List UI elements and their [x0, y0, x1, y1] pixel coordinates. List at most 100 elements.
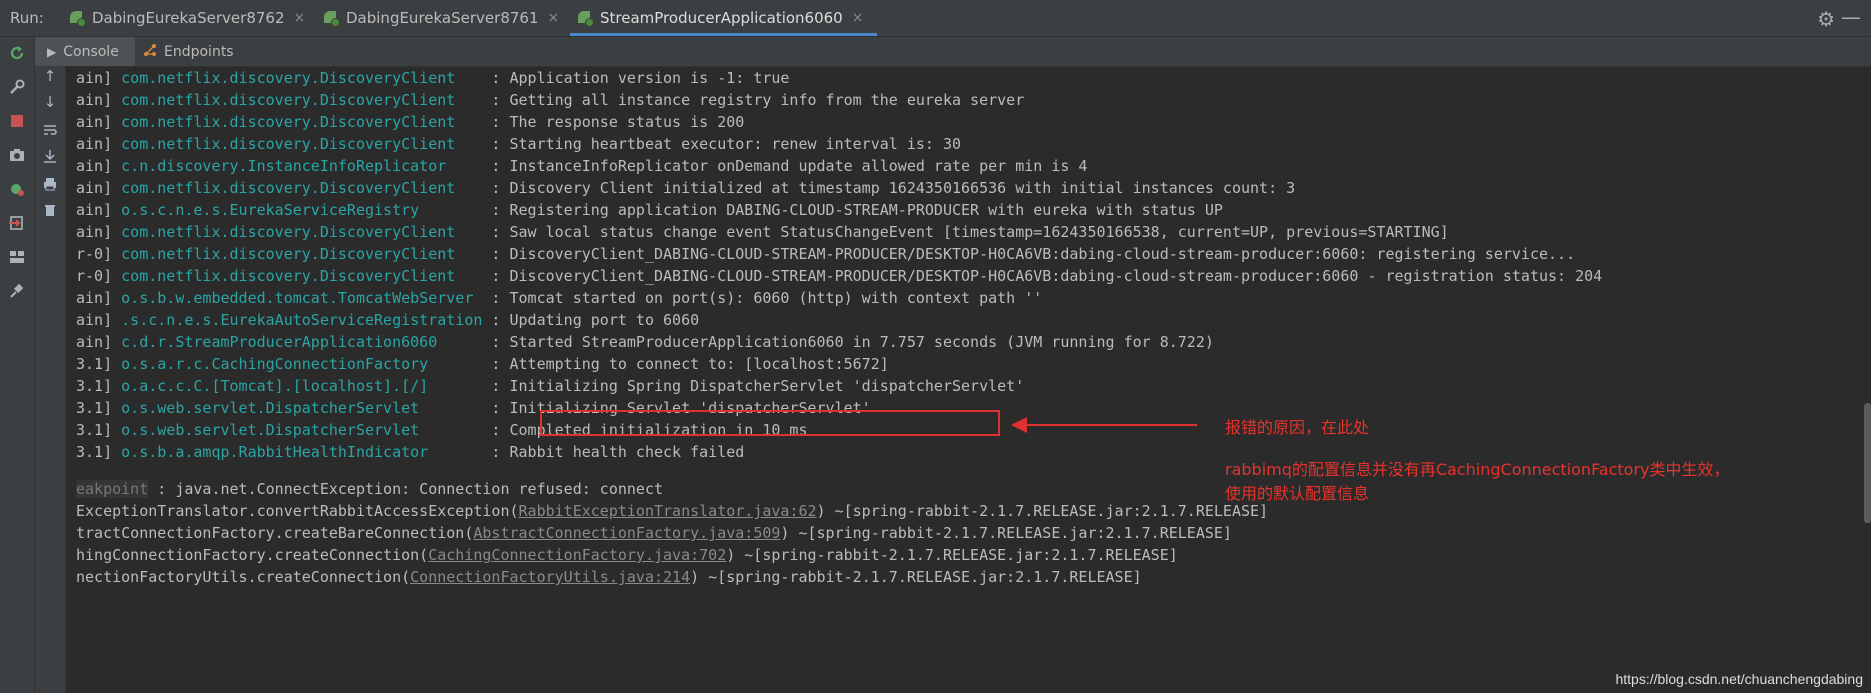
log-logger: .s.c.n.e.s.EurekaAutoServiceRegistration — [121, 311, 483, 329]
tab-stream-producer-application-6060[interactable]: StreamProducerApplication6060 × — [570, 0, 878, 36]
close-icon[interactable]: × — [548, 10, 560, 26]
vertical-scrollbar[interactable] — [1864, 403, 1871, 523]
source-link[interactable]: AbstractConnectionFactory.java:509 — [473, 524, 780, 542]
log-line: ain] com.netflix.discovery.DiscoveryClie… — [76, 111, 744, 133]
tab-console[interactable]: ▶ Console — [35, 37, 135, 66]
source-link[interactable]: CachingConnectionFactory.java:702 — [428, 546, 726, 564]
minimize-icon[interactable]: — — [1841, 5, 1861, 29]
scroll-to-end-icon[interactable] — [40, 146, 60, 166]
run-label: Run: — [10, 9, 44, 27]
log-message: : Initializing Spring DispatcherServlet … — [482, 377, 1025, 395]
log-thread: ain] — [76, 157, 113, 175]
console-output[interactable]: ain] com.netflix.discovery.DiscoveryClie… — [66, 67, 1871, 693]
console-subtabs: ▶ Console Endpoints — [35, 37, 1871, 67]
log-message: : Getting all instance registry info fro… — [482, 91, 1025, 109]
run-toolbar: Run: DabingEurekaServer8762 × DabingEure… — [0, 0, 1871, 37]
log-logger: com.netflix.discovery.DiscoveryClient — [121, 113, 483, 131]
log-thread: ain] — [76, 333, 113, 351]
log-thread: ain] — [76, 289, 113, 307]
log-logger: o.s.web.servlet.DispatcherServlet — [121, 421, 483, 439]
log-thread: ain] — [76, 179, 113, 197]
log-logger: o.a.c.c.C.[Tomcat].[localhost].[/] — [121, 377, 483, 395]
close-icon[interactable]: × — [294, 10, 306, 26]
log-message: : The response status is 200 — [482, 113, 745, 131]
console-actions-strip: ↑ ↓ — [35, 66, 66, 693]
log-message: : Tomcat started on port(s): 6060 (http)… — [482, 289, 1043, 307]
source-link[interactable]: RabbitExceptionTranslator.java:62 — [519, 502, 817, 520]
spring-boot-icon — [322, 9, 340, 27]
tab-label: DabingEurekaServer8761 — [346, 9, 539, 27]
print-icon[interactable] — [40, 174, 60, 194]
log-line: ain] com.netflix.discovery.DiscoveryClie… — [76, 67, 789, 89]
annotation-arrow-head — [1011, 417, 1027, 433]
log-line: r-0] com.netflix.discovery.DiscoveryClie… — [76, 265, 1602, 287]
log-line: ain] com.netflix.discovery.DiscoveryClie… — [76, 221, 1449, 243]
console-icon: ▶ — [47, 44, 57, 59]
annotation-reason: 报错的原因，在此处 — [1225, 418, 1370, 437]
exit-icon[interactable] — [7, 213, 27, 233]
log-line: 3.1] o.a.c.c.C.[Tomcat].[localhost].[/] … — [76, 375, 1024, 397]
log-logger: com.netflix.discovery.DiscoveryClient — [121, 135, 483, 153]
down-arrow-icon[interactable]: ↓ — [40, 92, 60, 112]
log-message: : Started StreamProducerApplication6060 … — [482, 333, 1214, 351]
annotation-arrow — [1025, 424, 1197, 426]
log-logger: c.n.discovery.InstanceInfoReplicator — [121, 157, 483, 175]
stop-icon[interactable] — [7, 111, 27, 131]
up-arrow-icon[interactable]: ↑ — [40, 66, 60, 86]
log-message: : Registering application DABING-CLOUD-S… — [482, 201, 1223, 219]
wrench-icon[interactable] — [7, 77, 27, 97]
stack-trace-line: nectionFactoryUtils.createConnection(Con… — [76, 568, 1142, 586]
log-line: ain] com.netflix.discovery.DiscoveryClie… — [76, 177, 1295, 199]
log-message: : DiscoveryClient_DABING-CLOUD-STREAM-PR… — [482, 245, 1576, 263]
log-thread: 3.1] — [76, 443, 113, 461]
exception-line: eakpoint : java.net.ConnectException: Co… — [76, 480, 664, 498]
log-message: : Discovery Client initialized at timest… — [482, 179, 1296, 197]
annotation-detail: rabbimq的配置信息并没有再CachingConnectionFactory… — [1225, 460, 1730, 479]
log-logger: c.d.r.StreamProducerApplication6060 — [121, 333, 483, 351]
log-logger: o.s.c.n.e.s.EurekaServiceRegistry — [121, 201, 483, 219]
log-thread: 3.1] — [76, 355, 113, 373]
log-logger: com.netflix.discovery.DiscoveryClient — [121, 267, 483, 285]
close-icon[interactable]: × — [852, 10, 864, 26]
log-logger: com.netflix.discovery.DiscoveryClient — [121, 179, 483, 197]
layout-icon[interactable] — [7, 247, 27, 267]
tab-dabing-eureka-server-8761[interactable]: DabingEurekaServer8761 × — [322, 0, 559, 36]
rerun-icon[interactable] — [7, 43, 27, 63]
log-line: 3.1] o.s.b.a.amqp.RabbitHealthIndicator … — [76, 441, 744, 463]
soft-wrap-icon[interactable] — [40, 120, 60, 140]
log-line: ain] o.s.b.w.embedded.tomcat.TomcatWebSe… — [76, 287, 1042, 309]
log-logger: com.netflix.discovery.DiscoveryClient — [121, 69, 483, 87]
log-logger: com.netflix.discovery.DiscoveryClient — [121, 223, 483, 241]
log-logger: o.s.b.w.embedded.tomcat.TomcatWebServer — [121, 289, 483, 307]
tab-label: DabingEurekaServer8762 — [92, 9, 285, 27]
log-line: ain] o.s.c.n.e.s.EurekaServiceRegistry :… — [76, 199, 1223, 221]
tab-endpoints[interactable]: Endpoints — [131, 37, 246, 66]
log-thread: ain] — [76, 201, 113, 219]
annotation-detail: 使用的默认配置信息 — [1225, 484, 1370, 503]
log-message: : Updating port to 6060 — [482, 311, 700, 329]
gear-icon[interactable]: ⚙ — [1817, 7, 1835, 31]
source-link[interactable]: ConnectionFactoryUtils.java:214 — [410, 568, 690, 586]
run-actions-strip — [0, 37, 35, 693]
breakpoint-label[interactable]: eakpoint — [76, 480, 149, 498]
watermark: https://blog.csdn.net/chuanchengdabing — [1615, 671, 1863, 687]
trash-icon[interactable] — [40, 200, 60, 220]
stack-trace-line: ExceptionTranslator.convertRabbitAccessE… — [76, 502, 1269, 520]
log-thread: ain] — [76, 113, 113, 131]
log-thread: ain] — [76, 311, 113, 329]
tab-label: Console — [63, 43, 119, 60]
spring-boot-icon — [576, 9, 594, 27]
log-message: : InstanceInfoReplicator onDemand update… — [482, 157, 1088, 175]
log-message: : DiscoveryClient_DABING-CLOUD-STREAM-PR… — [482, 267, 1603, 285]
highlight-box — [540, 410, 1000, 436]
log-line: ain] com.netflix.discovery.DiscoveryClie… — [76, 89, 1024, 111]
log-line: ain] .s.c.n.e.s.EurekaAutoServiceRegistr… — [76, 309, 699, 331]
log-thread: ain] — [76, 91, 113, 109]
camera-icon[interactable] — [7, 145, 27, 165]
active-tab-indicator — [570, 33, 878, 36]
endpoints-icon — [143, 43, 157, 60]
tab-dabing-eureka-server-8762[interactable]: DabingEurekaServer8762 × — [68, 0, 305, 36]
log-logger: com.netflix.discovery.DiscoveryClient — [121, 91, 483, 109]
pin-icon[interactable] — [7, 281, 27, 301]
bug-settings-icon[interactable] — [7, 179, 27, 199]
